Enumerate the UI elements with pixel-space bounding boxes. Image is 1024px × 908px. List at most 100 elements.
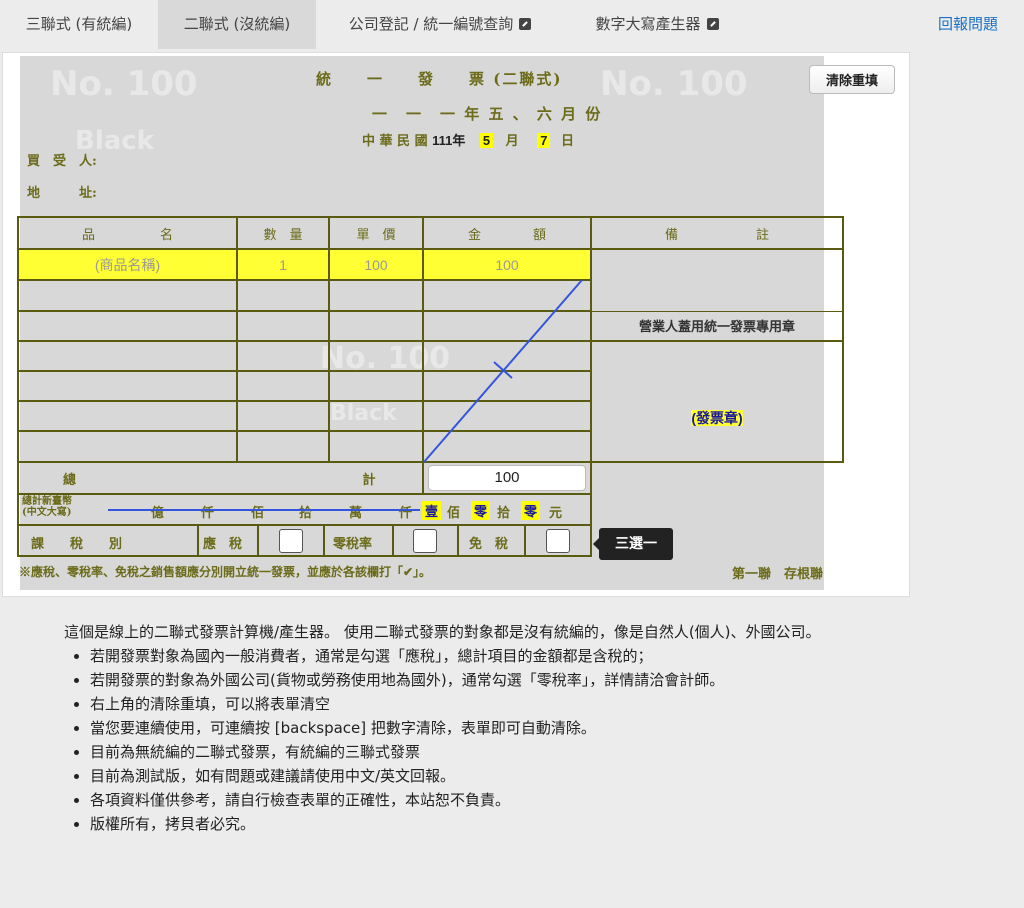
digit-ones: 零 <box>521 501 541 520</box>
item-name-input[interactable] <box>17 310 238 342</box>
item-name-input[interactable]: (商品名稱) <box>17 248 238 281</box>
year: 111年 <box>432 133 466 148</box>
item-amount <box>422 370 592 402</box>
unit-wan: 萬 <box>349 506 363 521</box>
invoice-period: 一 一 一 年 五 、 六 月 份 <box>372 105 603 123</box>
item-qty-input[interactable] <box>236 430 330 463</box>
chinese-total-cell: 總計新臺幣 (中文大寫) 億 仟 佰 拾 萬 仟 壹 佰 零 拾 零 元 <box>17 493 592 526</box>
item-price-input[interactable]: 100 <box>328 248 424 281</box>
tab-label: 公司登記 / 統一編號查詢 <box>348 15 514 33</box>
external-link-icon <box>519 18 532 30</box>
item-qty-input[interactable] <box>236 279 330 312</box>
zero-rate-checkbox[interactable] <box>413 529 437 553</box>
digit-tens: 零 <box>471 501 491 520</box>
tab-number-converter[interactable]: 數字大寫產生器 <box>564 0 750 49</box>
external-link-icon <box>706 18 719 30</box>
tab-duplicate[interactable]: 二聯式 (沒統編) <box>158 0 316 49</box>
month-label: 月 <box>505 134 519 149</box>
header-note: 備 註 <box>590 216 844 250</box>
stamp-label: 營業人蓋用統一發票專用章 <box>590 310 844 342</box>
item-price-input[interactable] <box>328 340 424 372</box>
item-qty-input[interactable]: 1 <box>236 248 330 281</box>
tab-label: 二聯式 (沒統編) <box>183 15 291 33</box>
item-price-input[interactable] <box>328 310 424 342</box>
tab-company-lookup[interactable]: 公司登記 / 統一編號查詢 <box>316 0 564 49</box>
total-value: 100 <box>428 465 586 491</box>
item-price-input[interactable] <box>328 430 424 463</box>
tax-taxable-label: 應 稅 <box>203 537 243 552</box>
tab-triplicate[interactable]: 三聯式 (有統編) <box>0 0 158 49</box>
tips-list: 若開發票對象為國內一般消費者，通常是勾選「應稅」，總計項目的金額都是含稅的； 若… <box>64 644 834 836</box>
day-input[interactable]: 7 <box>537 133 551 148</box>
item-qty-input[interactable] <box>236 400 330 432</box>
day-label: 日 <box>560 134 574 149</box>
item-row: (商品名稱) 1 100 100 <box>17 248 844 311</box>
tab-label: 數字大寫產生器 <box>595 15 701 33</box>
total-row: 總 計 100 <box>17 461 843 495</box>
total-cell: 100 <box>422 461 592 495</box>
list-item: 若開發票的對象為外國公司(貨物或勞務使用地為國外)，通常勾選「零稅率」，詳情請洽… <box>90 668 834 692</box>
footer-note: ※應稅、零稅率、免稅之銷售額應分別開立統一發票，並應於各該欄打「✔」。 <box>19 565 432 579</box>
unit-bai2: 佰 <box>447 506 461 521</box>
header-amount: 金 額 <box>422 216 592 250</box>
report-issue-link[interactable]: 回報問題 <box>938 0 998 49</box>
divider <box>257 526 259 555</box>
list-item: 當您要連續使用，可連續按 [backspace] 把數字清除，表單即可自動清除。 <box>90 716 834 740</box>
unit-qian: 仟 <box>201 506 215 521</box>
divider <box>392 526 394 555</box>
item-amount: 100 <box>422 248 592 281</box>
tax-cell: 課 稅 別 應 稅 零稅率 免 稅 <box>17 524 592 557</box>
item-name-input[interactable] <box>17 279 238 312</box>
buyer-label: 買 受 人: <box>27 154 97 169</box>
list-item: 版權所有，拷貝者必究。 <box>90 812 834 836</box>
invoice-table: 品 名 數 量 單 價 金 額 備 註 (商品名稱) 1 100 100 營業人… <box>17 216 844 557</box>
tax-zero-label: 零稅率 <box>333 537 373 552</box>
top-nav: 三聯式 (有統編) 二聯式 (沒統編) 公司登記 / 統一編號查詢 數字大寫產生… <box>0 0 1024 49</box>
month-input[interactable]: 5 <box>479 133 494 148</box>
item-qty-input[interactable] <box>236 340 330 372</box>
list-item: 右上角的清除重填，可以將表單清空 <box>90 692 834 716</box>
item-amount <box>422 310 592 342</box>
item-price-input[interactable] <box>328 400 424 432</box>
intro-text: 這個是線上的二聯式發票計算機/產生器。 使用二聯式發票的對象都是沒有統編的，像是… <box>64 623 821 641</box>
item-row: 營業人蓋用統一發票專用章 <box>17 310 844 342</box>
item-amount <box>422 400 592 432</box>
item-name-input[interactable] <box>17 430 238 463</box>
item-qty-input[interactable] <box>236 370 330 402</box>
unit-qian2: 仟 <box>399 506 413 521</box>
total-label-a: 總 <box>63 472 77 488</box>
item-name-input[interactable] <box>17 370 238 402</box>
watermark: No. 100 <box>50 64 198 104</box>
item-qty-input[interactable] <box>236 310 330 342</box>
list-item: 目前為無統編的二聯式發票，有統編的三聯式發票 <box>90 740 834 764</box>
item-price-input[interactable] <box>328 279 424 312</box>
watermark: No. 100 <box>600 64 748 104</box>
tax-tooltip: 三選一 <box>593 528 673 560</box>
divider <box>457 526 459 555</box>
tab-label: 三聯式 (有統編) <box>25 15 133 33</box>
unit-bai: 佰 <box>251 506 265 521</box>
unit-yuan: 元 <box>549 506 563 521</box>
exempt-checkbox[interactable] <box>546 529 570 553</box>
item-amount <box>422 340 592 372</box>
item-amount <box>422 430 592 463</box>
date-prefix: 中 華 民 國 <box>362 134 428 149</box>
list-item: 各項資料僅供參考，請自行檢查表單的正確性，本站恕不負責。 <box>90 788 834 812</box>
item-price-input[interactable] <box>328 370 424 402</box>
header-price: 單 價 <box>328 216 424 250</box>
item-name-input[interactable] <box>17 340 238 372</box>
divider <box>524 526 526 555</box>
invoice-date: 中 華 民 國 111年 5 月 7 日 <box>362 130 574 149</box>
unit-shi2: 拾 <box>497 506 511 521</box>
header-qty: 數 量 <box>236 216 330 250</box>
clear-button[interactable]: 清除重填 <box>809 65 895 94</box>
unit-yi: 億 <box>151 506 165 521</box>
address-label: 地 址: <box>27 186 97 201</box>
unit-shi: 拾 <box>299 506 313 521</box>
divider <box>197 526 199 555</box>
item-name-input[interactable] <box>17 400 238 432</box>
stamp-placeholder: (發票章) <box>691 410 743 426</box>
taxable-checkbox[interactable] <box>279 529 303 553</box>
list-item: 目前為測試版，如有問題或建議請使用中文/英文回報。 <box>90 764 834 788</box>
stamp-area: (發票章) <box>590 340 844 463</box>
